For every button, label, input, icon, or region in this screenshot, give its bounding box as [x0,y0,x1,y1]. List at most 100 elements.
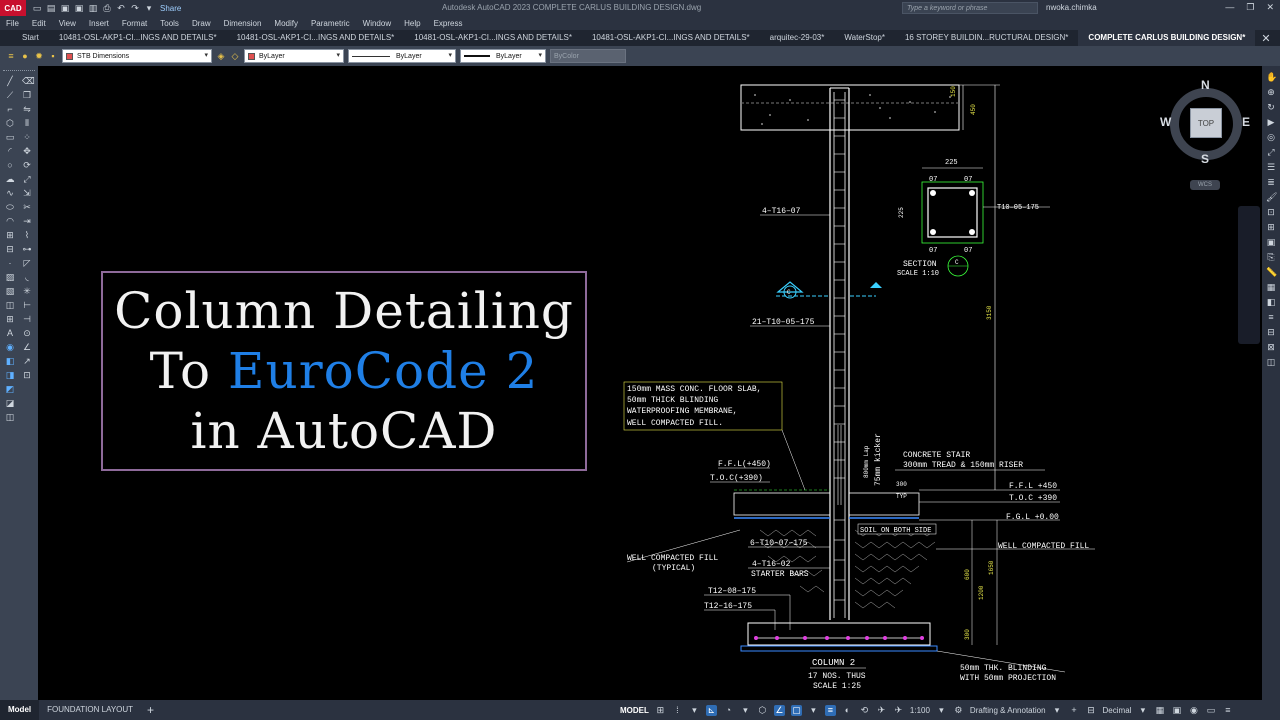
model-space-toggle[interactable]: MODEL [620,706,649,715]
arc-icon[interactable]: ◜ [5,146,15,156]
units-icon[interactable]: ⊟ [1086,705,1097,716]
palette-grip[interactable] [3,70,35,74]
transparency-icon[interactable]: ◐ [842,705,853,716]
region-icon[interactable]: ◫ [5,300,15,310]
viewcube[interactable]: TOP N S E W [1160,78,1250,166]
save-as-icon[interactable]: ▣ [74,3,84,13]
stretch-icon[interactable]: ⇲ [22,188,32,198]
table-icon[interactable]: ⊞ [5,314,15,324]
group-icon[interactable]: ⊟ [1266,327,1276,337]
minimize-icon[interactable]: — [1225,2,1234,13]
redo-icon[interactable]: ↷ [130,3,140,13]
xref-icon[interactable]: ⎘ [1266,252,1276,262]
make-block-icon[interactable]: ⊟ [5,244,15,254]
compass-east[interactable]: E [1242,115,1250,129]
layer-dropdown[interactable]: STB Dimensions ▾ [62,49,212,63]
quick-properties-icon[interactable]: ▦ [1154,705,1165,716]
quick-select-icon[interactable]: ⊡ [1266,207,1276,217]
compass-north[interactable]: N [1201,78,1210,92]
showmotion-icon[interactable]: ▶ [1266,117,1276,127]
tab-document[interactable]: 10481-OSL-AKP1-CI...INGS AND DETAILS* [404,30,582,46]
menu-window[interactable]: Window [363,19,391,28]
navigation-bar[interactable] [1238,206,1260,344]
list-icon[interactable]: ≡ [1266,312,1276,322]
construction-line-icon[interactable]: ⟋ [5,90,15,100]
sun-icon[interactable]: ✹ [34,51,44,61]
close-tab-icon[interactable]: ✕ [1255,32,1276,45]
calculator-icon[interactable]: ▦ [1266,282,1276,292]
leader-icon[interactable]: ↗ [22,356,32,366]
menu-file[interactable]: File [6,19,19,28]
object-snap-tracking-icon[interactable]: ∠ [773,704,785,716]
viewcube-top-face[interactable]: TOP [1190,108,1222,138]
lineweight-icon[interactable]: ≡ [824,704,836,716]
selection-cycling-icon[interactable]: ⟲ [859,705,870,716]
scale-icon[interactable]: ⤢ [22,174,32,184]
chamfer-icon[interactable]: ◸ [22,258,32,268]
lock-ui-icon[interactable]: ▣ [1171,705,1182,716]
tab-document[interactable]: 10481-OSL-AKP1-CI...INGS AND DETAILS* [582,30,760,46]
new-file-icon[interactable]: ▭ [32,3,42,13]
object-snap-icon[interactable]: ▢ [790,704,802,716]
match-properties-icon[interactable]: 🖌 [1266,192,1277,202]
web-open-icon[interactable]: ▥ [88,3,98,13]
color-dropdown[interactable]: ByLayer ▾ [244,49,344,63]
share-button[interactable]: Share [160,4,181,13]
spline-icon[interactable]: ∿ [5,188,15,198]
properties-icon[interactable]: ☰ [1266,162,1276,172]
dim-angular-icon[interactable]: ∠ [22,342,32,352]
add-selected-icon[interactable]: ◉ [5,342,15,352]
dropdown-icon[interactable]: ▾ [808,705,819,716]
layer-off-icon[interactable]: ◩ [5,384,15,394]
save-icon[interactable]: ▣ [60,3,70,13]
tab-start[interactable]: Start [12,30,49,46]
layers-icon[interactable]: ≣ [1266,177,1276,187]
tab-foundation-layout[interactable]: FOUNDATION LAYOUT [39,700,141,720]
polyline-icon[interactable]: ⌐ [5,104,15,114]
tab-document[interactable]: WaterStop* [834,30,895,46]
line-icon[interactable]: ╱ [5,76,15,86]
clean-screen-icon[interactable]: ▭ [1205,705,1216,716]
zoom-icon[interactable]: ⊕ [1266,87,1276,97]
gradient-icon[interactable]: ▧ [5,286,15,296]
tab-model[interactable]: Model [0,700,40,720]
polar-icon[interactable]: ◔ [723,705,734,716]
polygon-icon[interactable]: ⬡ [5,118,15,128]
hatch-icon[interactable]: ▨ [5,272,15,282]
point-icon[interactable]: · [5,258,15,268]
lineweight-dropdown[interactable]: ByLayer ▾ [460,49,546,63]
orbit-icon[interactable]: ↻ [1266,102,1276,112]
autocad-logo[interactable]: CAD [0,0,26,16]
menu-view[interactable]: View [59,19,76,28]
lock-icon[interactable]: ▪ [48,51,58,61]
layer-iso-icon[interactable]: ◪ [5,398,15,408]
dropdown-icon[interactable]: ▾ [689,705,700,716]
insert-block-icon[interactable]: ⊞ [5,230,15,240]
ortho-icon[interactable]: ⊾ [705,704,717,716]
user-account[interactable]: nwoka.chimka [1046,3,1097,12]
dim-aligned-icon[interactable]: ⊣ [22,314,32,324]
tolerance-icon[interactable]: ⊡ [22,370,32,380]
menu-express[interactable]: Express [434,19,463,28]
trim-icon[interactable]: ✂ [22,202,32,212]
revision-cloud-icon[interactable]: ☁ [5,174,15,184]
isolate-objects-icon[interactable]: ◉ [1188,705,1199,716]
tab-document-active[interactable]: COMPLETE CARLUS BUILDING DESIGN* [1078,30,1256,46]
plus-icon[interactable]: + [1069,705,1080,716]
move-icon[interactable]: ✥ [22,146,32,156]
open-file-icon[interactable]: ▤ [46,3,56,13]
help-search-input[interactable]: Type a keyword or phrase [902,2,1038,14]
join-icon[interactable]: ⊶ [22,244,32,254]
zoom-extents-icon[interactable]: ⤢ [1266,147,1276,157]
pan-icon[interactable]: ✋ [1266,72,1277,82]
select-similar-icon[interactable]: ⊞ [1266,222,1276,232]
dim-linear-icon[interactable]: ⊢ [22,300,32,310]
dropdown-icon[interactable]: ▾ [740,705,751,716]
undo-icon[interactable]: ↶ [116,3,126,13]
rotate-icon[interactable]: ⟳ [22,160,32,170]
layer-walk-icon[interactable]: ◫ [5,412,15,422]
workspace-gear-icon[interactable]: ⚙ [953,705,964,716]
wcs-menu[interactable]: WCS [1190,180,1220,190]
compass-south[interactable]: S [1201,152,1209,166]
erase-icon[interactable]: ⌫ [22,76,35,86]
